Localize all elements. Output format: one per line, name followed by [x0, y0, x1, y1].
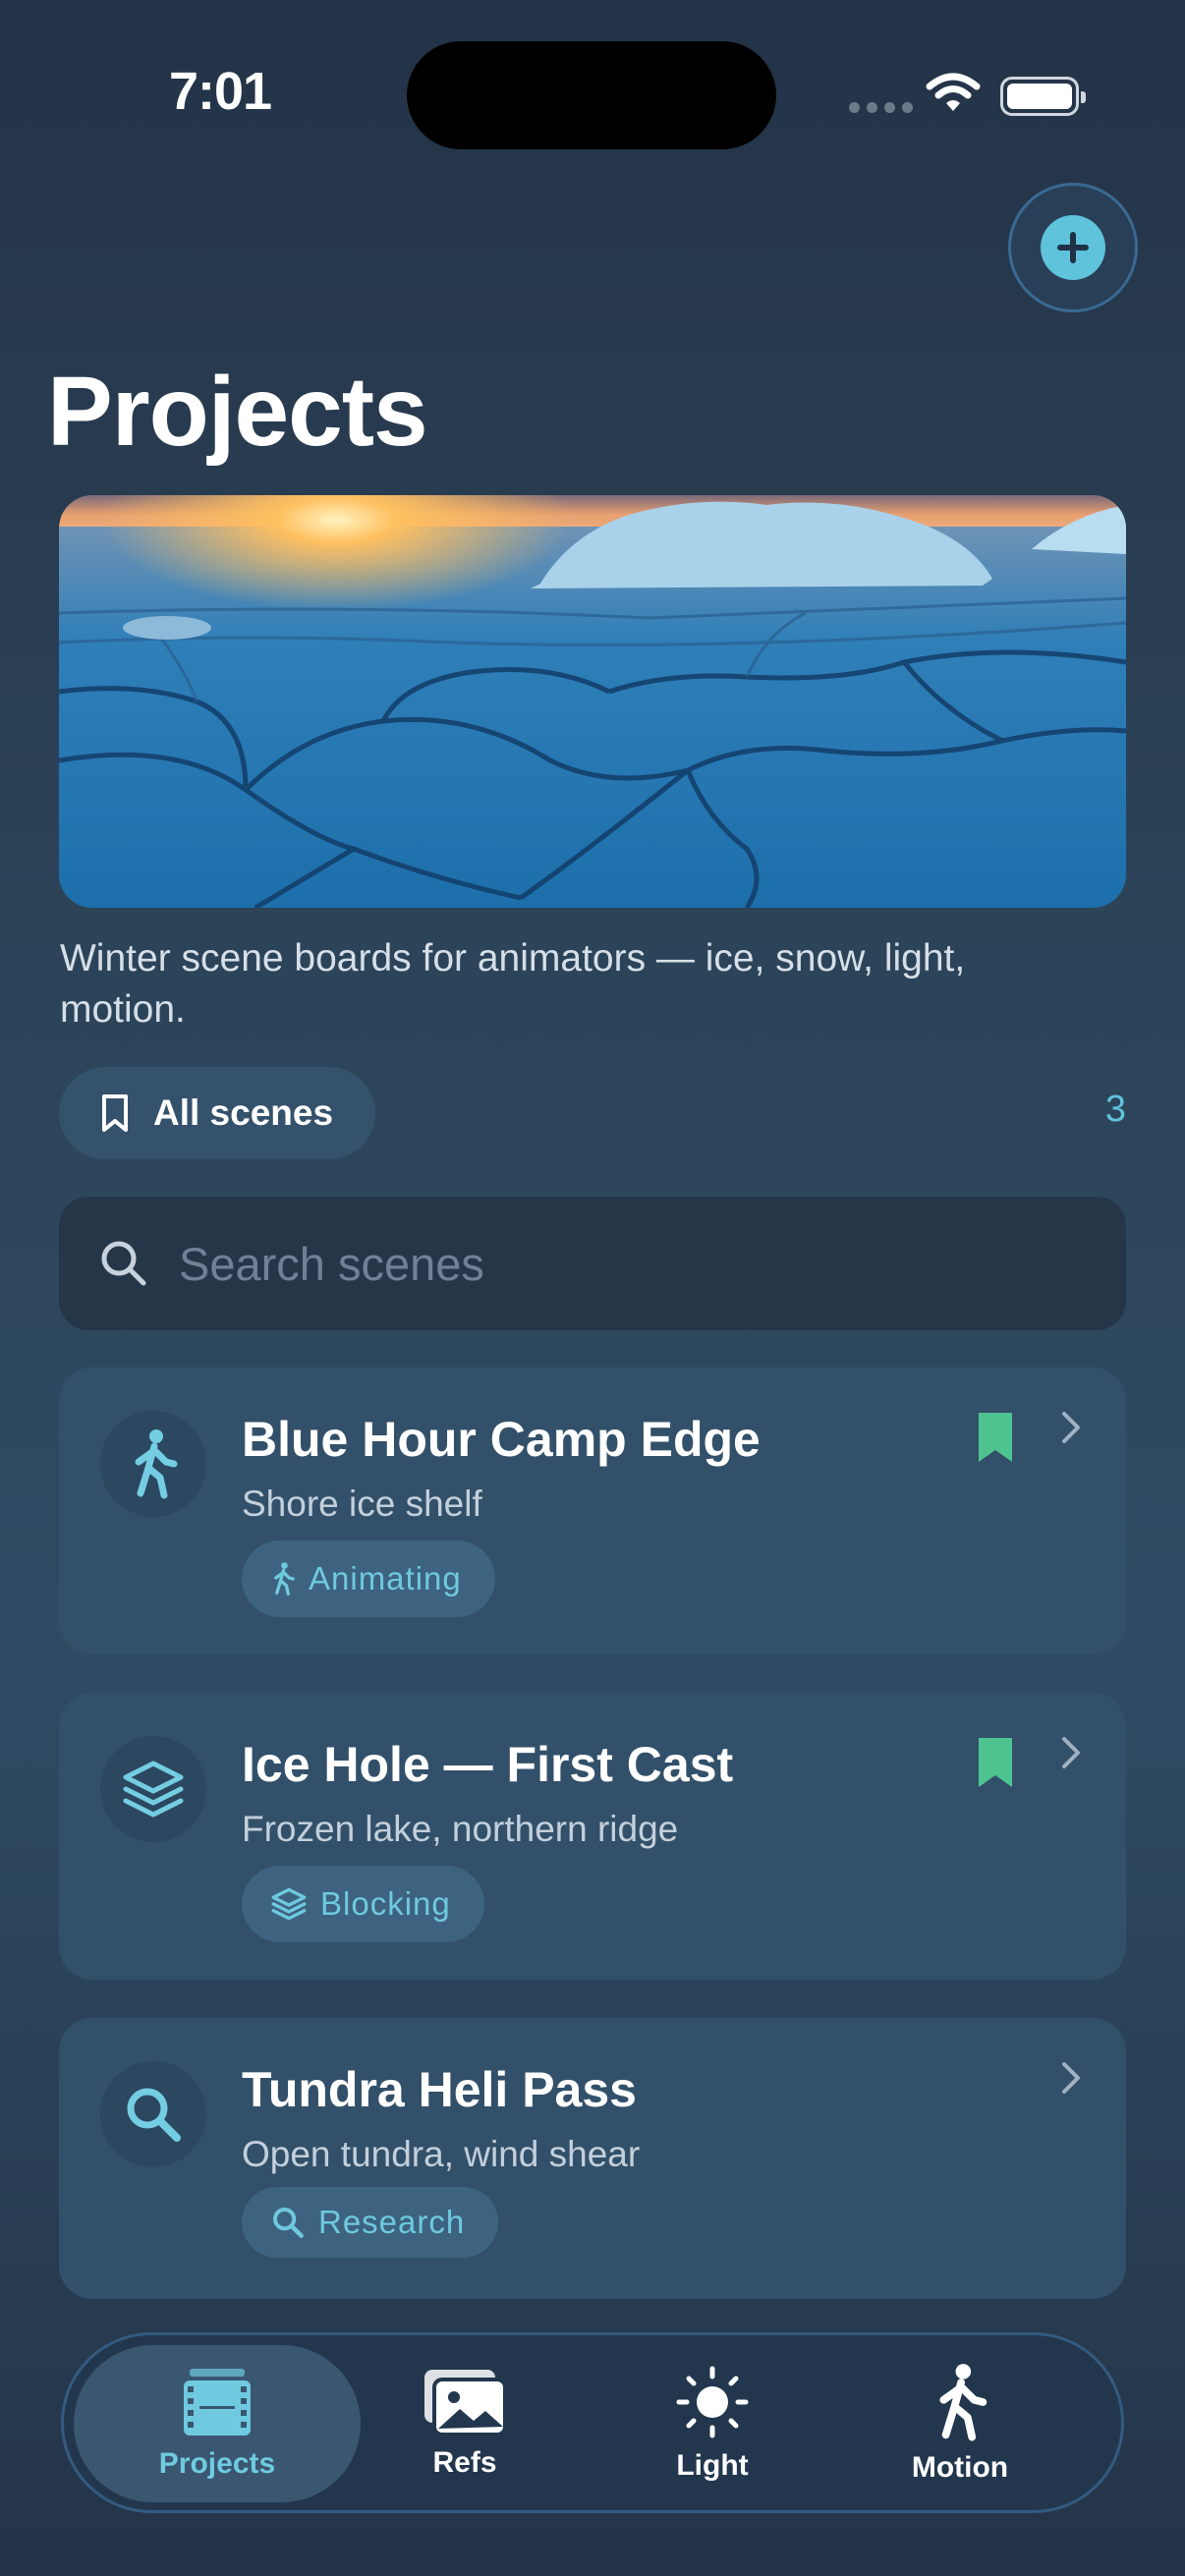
scene-card[interactable]: Ice Hole — First Cast Frozen lake, north… [59, 1693, 1126, 1980]
scene-card[interactable]: Tundra Heli Pass Open tundra, wind shear… [59, 2018, 1126, 2299]
scene-icon-badge [100, 2061, 206, 2167]
search-icon [127, 2088, 181, 2142]
status-badge: Blocking [242, 1866, 484, 1942]
scene-count: 3 [1104, 1089, 1126, 1130]
tab-motion[interactable]: Motion [817, 2345, 1103, 2502]
scene-icon-badge [100, 1411, 206, 1517]
chevron-right-icon [1062, 1737, 1080, 1768]
status-badge: Research [242, 2187, 499, 2258]
search-icon [272, 2207, 304, 2238]
tab-label: Light [676, 2449, 749, 2482]
bookmark-filled-icon[interactable] [977, 1411, 1014, 1464]
scene-location: Frozen lake, northern ridge [242, 1809, 679, 1849]
scene-icon-badge [100, 1736, 206, 1842]
photos-icon [424, 2370, 507, 2436]
scene-title: Ice Hole — First Cast [242, 1737, 734, 1792]
all-scenes-filter-button[interactable]: All scenes [59, 1067, 375, 1159]
status-label: Blocking [320, 1885, 451, 1922]
scene-location: Open tundra, wind shear [242, 2134, 641, 2174]
hero-image [59, 495, 1126, 908]
chevron-right-icon [1062, 2062, 1080, 2094]
search-field[interactable]: Search scenes [59, 1197, 1126, 1330]
status-label: Research [318, 2204, 466, 2240]
status-badge: Animating [242, 1540, 495, 1617]
search-placeholder: Search scenes [179, 1237, 484, 1290]
scene-title: Tundra Heli Pass [242, 2062, 637, 2117]
cellular-signal-icon [849, 102, 913, 113]
tab-label: Refs [432, 2446, 497, 2479]
tab-projects[interactable]: Projects [74, 2345, 361, 2502]
plus-icon [1057, 232, 1089, 263]
walking-figure-icon [274, 1562, 295, 1596]
tab-label: Projects [158, 2447, 276, 2480]
bookmark-filled-icon[interactable] [977, 1736, 1014, 1789]
scene-title: Blue Hour Camp Edge [242, 1412, 761, 1467]
tab-refs[interactable]: Refs [321, 2345, 608, 2502]
scene-location: Shore ice shelf [242, 1484, 482, 1524]
walking-figure-icon [939, 2364, 988, 2441]
status-time: 7:01 [169, 62, 272, 121]
status-label: Animating [309, 1560, 462, 1596]
sun-icon [676, 2366, 749, 2438]
scene-card[interactable]: Blue Hour Camp Edge Shore ice shelf Anim… [59, 1368, 1126, 1654]
page-title: Projects [47, 357, 428, 467]
search-icon [101, 1241, 146, 1286]
tab-label: Motion [911, 2451, 1009, 2484]
tab-bar: Projects Refs Light Motion [61, 2332, 1124, 2513]
bookmark-icon [102, 1094, 128, 1132]
film-icon [184, 2369, 251, 2436]
wifi-icon [926, 73, 981, 111]
filter-label: All scenes [153, 1092, 334, 1133]
dynamic-island [407, 41, 776, 149]
chevron-right-icon [1062, 1412, 1080, 1443]
add-project-button[interactable] [1008, 183, 1138, 312]
layers-icon [123, 1761, 184, 1818]
project-description: Winter scene boards for animators — ice,… [60, 937, 966, 1031]
battery-icon [1000, 77, 1086, 116]
walking-figure-icon [135, 1429, 178, 1499]
tab-light[interactable]: Light [569, 2345, 856, 2502]
layers-icon [271, 1887, 307, 1921]
